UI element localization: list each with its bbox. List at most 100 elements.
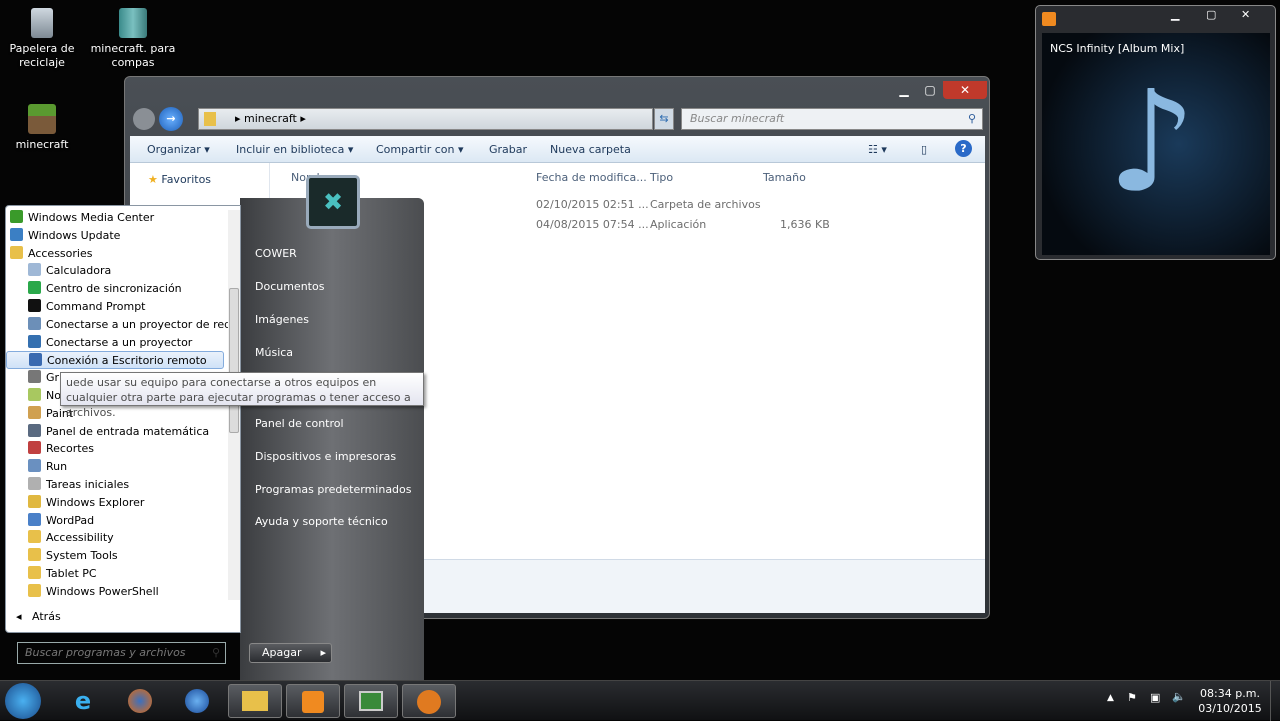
taskbar-media-player-window[interactable] (286, 684, 340, 718)
media-player-window: ▁ ▢ ✕ NCS Infinity [Album Mix] ♪ (1035, 5, 1276, 260)
taskbar-media-player[interactable] (170, 684, 224, 718)
desktop-icon-minecraft[interactable]: minecraft (0, 104, 87, 152)
search-icon: ⚲ (211, 646, 220, 659)
close-button[interactable]: ✕ (943, 81, 987, 99)
program-item[interactable]: Run (6, 458, 224, 476)
shutdown-options-arrow[interactable]: ▸ (320, 644, 326, 662)
program-icon (28, 388, 41, 401)
desktop-icon-archive[interactable]: minecraft. para compas (88, 8, 178, 70)
maximize-button[interactable]: ▢ (1206, 8, 1216, 21)
program-icon (28, 423, 41, 437)
network-icon[interactable]: ▣ (1150, 691, 1160, 704)
maximize-button[interactable]: ▢ (917, 81, 943, 99)
column-type[interactable]: Tipo (650, 171, 673, 184)
minimize-button[interactable]: ▁ (891, 81, 917, 99)
shutdown-button[interactable]: Apagar ▸ (249, 643, 332, 663)
back-button[interactable] (133, 108, 155, 130)
program-icon (28, 441, 41, 455)
burn-button[interactable]: Grabar (489, 143, 527, 156)
star-icon: ★ (148, 173, 158, 186)
preview-pane-icon[interactable]: ▯ (921, 143, 927, 156)
now-playing-area: NCS Infinity [Album Mix] ♪ (1042, 33, 1270, 255)
program-item[interactable]: Windows PowerShell (6, 583, 224, 601)
start-search-input[interactable]: Buscar programas y archivos ⚲ (17, 642, 226, 664)
right-item-help[interactable]: Ayuda y soporte técnico (255, 515, 388, 528)
nav-favorites[interactable]: ★ Favoritos (148, 173, 211, 186)
program-item[interactable]: Conectarse a un proyector (6, 334, 224, 352)
program-item[interactable]: Windows Media Center (6, 209, 224, 227)
right-item-pictures[interactable]: Imágenes (255, 313, 309, 326)
command-bar: Organizar ▾ Incluir en biblioteca ▾ Comp… (130, 136, 985, 163)
start-menu-programs: Windows Media Center Windows Update Access… (5, 205, 241, 664)
program-icon (28, 370, 41, 384)
forward-button[interactable]: → (159, 107, 183, 131)
program-item[interactable]: Conectarse a un proyector de red (6, 316, 231, 334)
minimize-button[interactable]: ▁ (1171, 8, 1179, 21)
program-icon (28, 405, 41, 419)
taskbar-firefox[interactable] (113, 684, 167, 718)
right-item-control-panel[interactable]: Panel de control (255, 417, 344, 430)
address-bar[interactable]: ▸ minecraft ▸ (198, 108, 653, 130)
program-icon (28, 512, 41, 526)
right-item-default-programs[interactable]: Programas predeterminados (255, 483, 412, 496)
action-center-icon[interactable]: ⚑ (1127, 691, 1137, 704)
share-button[interactable]: Compartir con ▾ (376, 143, 464, 156)
program-icon (28, 566, 41, 579)
desktop-icon-recycle-bin[interactable]: Papelera de reciclaje (0, 8, 87, 70)
view-options-icon[interactable]: ☷ ▾ (868, 143, 887, 156)
program-icon (28, 316, 41, 330)
tooltip: uede usar su equipo para conectarse a ot… (60, 372, 424, 419)
program-icon (28, 477, 41, 490)
right-item-user[interactable]: COWER (255, 247, 297, 260)
start-menu-right-pane: COWER Documentos Imágenes Música Panel d… (240, 198, 424, 680)
program-item[interactable]: WordPad (6, 512, 224, 530)
program-icon (10, 210, 23, 223)
clock[interactable]: 08:34 p.m. 03/10/2015 (1195, 686, 1265, 716)
program-icon (10, 227, 23, 241)
program-icon (28, 281, 41, 295)
taskbar-remote-desktop[interactable] (344, 684, 398, 718)
taskbar-windows-explorer[interactable] (228, 684, 282, 718)
program-item[interactable]: System Tools (6, 547, 224, 565)
program-item[interactable]: Windows Update (6, 227, 224, 245)
show-hidden-icons[interactable]: ▲ (1107, 693, 1114, 703)
back-button[interactable]: ◂ Atrás (16, 610, 61, 623)
program-item[interactable]: Accessories (6, 245, 224, 263)
taskbar-gimp[interactable] (402, 684, 456, 718)
refresh-button[interactable]: ⇆ (654, 108, 674, 130)
program-item[interactable]: Tareas iniciales (6, 476, 224, 494)
right-item-music[interactable]: Música (255, 346, 293, 359)
program-icon (29, 353, 42, 367)
program-item[interactable]: Command Prompt (6, 298, 224, 316)
column-date[interactable]: Fecha de modifica... (536, 171, 647, 184)
column-size[interactable]: Tamaño (763, 171, 806, 184)
program-item[interactable]: Conexión a Escritorio remoto (6, 351, 224, 370)
volume-icon[interactable]: 🔈 (1172, 690, 1186, 703)
program-item[interactable]: Calculadora (6, 262, 224, 280)
program-item[interactable]: Centro de sincronización (6, 280, 224, 298)
program-item[interactable]: Accessibility (6, 529, 224, 547)
right-item-devices[interactable]: Dispositivos e impresoras (255, 450, 396, 463)
right-item-documents[interactable]: Documentos (255, 280, 324, 293)
search-icon: ⚲ (967, 112, 976, 125)
track-title: NCS Infinity [Album Mix] (1050, 42, 1185, 55)
include-library-button[interactable]: Incluir en biblioteca ▾ (236, 143, 353, 156)
new-folder-button[interactable]: Nueva carpeta (550, 143, 631, 156)
media-player-icon (1042, 12, 1056, 26)
start-button[interactable] (5, 683, 41, 719)
program-icon (28, 334, 41, 348)
show-desktop-button[interactable] (1270, 681, 1280, 721)
close-button[interactable]: ✕ (1241, 8, 1250, 21)
program-icon (28, 459, 41, 473)
organize-button[interactable]: Organizar ▾ (147, 143, 210, 156)
program-item[interactable]: Panel de entrada matemática (6, 423, 224, 441)
program-item[interactable]: Tablet PC (6, 565, 224, 583)
help-icon[interactable]: ? (955, 140, 972, 157)
program-item[interactable]: Windows Explorer (6, 494, 224, 512)
back-arrow-icon: ◂ (16, 610, 22, 623)
program-icon (28, 530, 41, 544)
user-picture[interactable]: ✖ (306, 175, 360, 229)
program-item[interactable]: Recortes (6, 440, 224, 458)
taskbar-internet-explorer[interactable]: e (56, 684, 110, 718)
search-input[interactable]: Buscar minecraft ⚲ (681, 108, 983, 130)
